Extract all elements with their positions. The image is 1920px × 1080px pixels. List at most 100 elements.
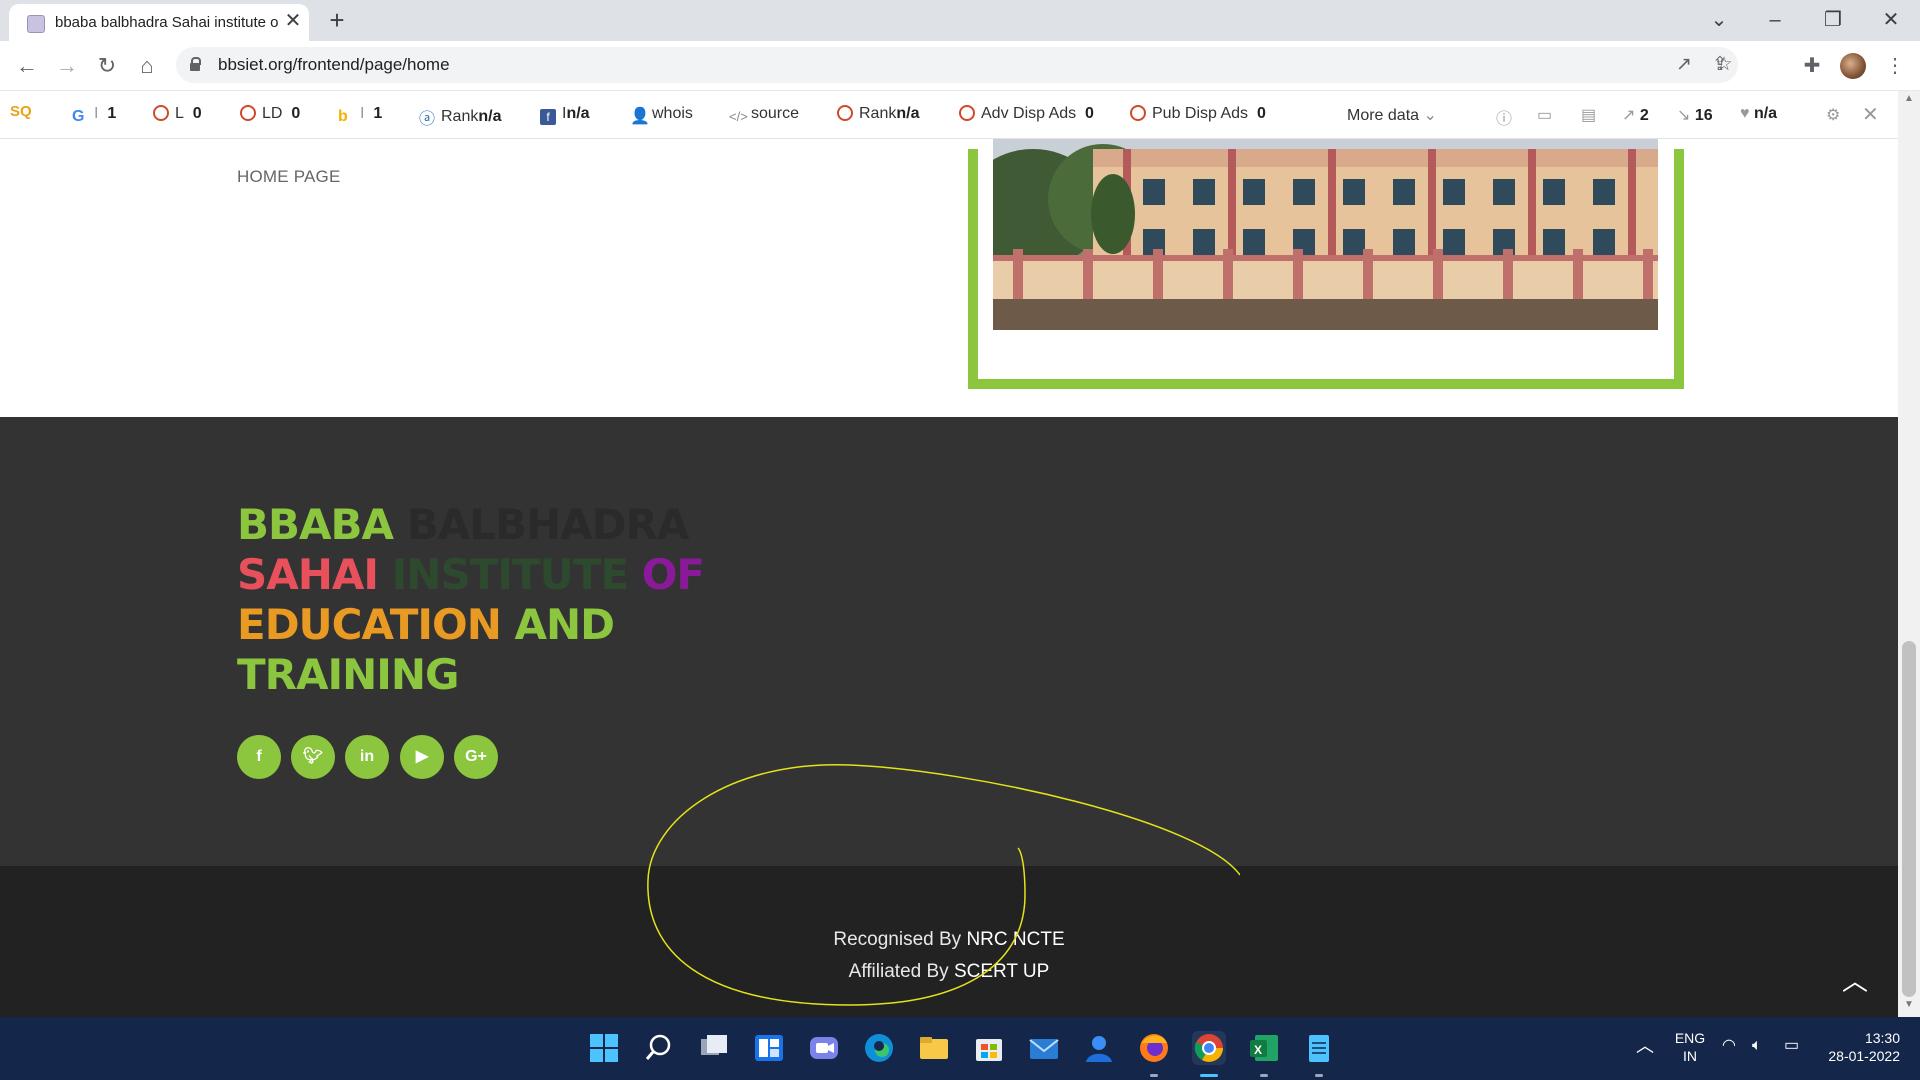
seoquake-logo-icon[interactable]: SQ — [10, 103, 32, 125]
notepad-icon[interactable] — [1302, 1031, 1336, 1065]
affiliated-line: Affiliated By SCERT UP — [848, 961, 1050, 982]
new-tab-button[interactable]: + — [323, 6, 351, 34]
close-tab-icon[interactable]: ✕ — [281, 9, 305, 33]
excel-icon[interactable]: X — [1247, 1031, 1281, 1065]
tab-title: bbaba balbhadra Sahai institute o — [55, 14, 279, 31]
facebook-icon: f — [256, 748, 262, 765]
reload-button[interactable]: ↻ — [92, 51, 122, 81]
seo-facebook[interactable]: f In/a — [540, 105, 590, 125]
clock[interactable]: 13:30 28-01-2022 — [1820, 1029, 1900, 1065]
teams-chat-icon[interactable] — [807, 1031, 841, 1065]
title-word: TRAINING — [237, 650, 460, 699]
seo-pub-disp-ads[interactable]: Pub Disp Ads 0 — [1130, 105, 1266, 125]
chrome-active-indicator — [1200, 1074, 1218, 1077]
mail-icon[interactable] — [1027, 1031, 1061, 1065]
site-favicon-icon — [27, 15, 45, 33]
footer-bottom: Recognised By NRC NCTE Affiliated By SCE… — [0, 866, 1898, 1017]
page-content: HOME PAGE BBABA BALBHADRA SAHAI INSTITUT… — [0, 139, 1898, 1017]
user-app-icon[interactable] — [1082, 1031, 1116, 1065]
language-indicator[interactable]: ENG IN — [1672, 1029, 1708, 1065]
seo-source[interactable]: </> source — [729, 105, 799, 125]
scroll-down-arrow-icon[interactable]: ▼ — [1898, 999, 1920, 1015]
bookmark-star-icon[interactable]: ☆ — [1710, 51, 1738, 79]
edge-browser-icon[interactable] — [862, 1031, 896, 1065]
show-hidden-icons-chevron-icon[interactable]: ︿ — [1636, 1037, 1654, 1055]
chrome-icon[interactable] — [1192, 1031, 1226, 1065]
settings-gear-icon[interactable]: ⚙ — [1826, 105, 1840, 125]
firefox-icon[interactable] — [1137, 1031, 1171, 1065]
semrush-ring-icon — [837, 105, 853, 121]
battery-icon[interactable]: ▭ — [1784, 1037, 1799, 1055]
page-scrollbar[interactable]: ▲ ▼ — [1898, 91, 1920, 1017]
heart-icon: ♥ — [1740, 105, 1750, 122]
seo-linking-domains[interactable]: LD 0 — [240, 105, 300, 125]
wifi-icon[interactable]: ◠ — [1722, 1037, 1736, 1055]
browser-toolbar: ← → ↻ ⌂ bbsiet.org/frontend/page/home ⇪ … — [0, 41, 1920, 91]
scrollbar-thumb[interactable] — [1902, 641, 1916, 997]
profile-avatar[interactable] — [1840, 53, 1866, 79]
facebook-icon: f — [540, 109, 556, 125]
close-window-button[interactable]: ✕ — [1874, 6, 1908, 34]
title-word: BALBHADRA — [406, 500, 690, 549]
address-bar[interactable]: bbsiet.org/frontend/page/home ⇪ ↗ ☆ — [176, 47, 1738, 83]
recognised-by-link[interactable]: NRC NCTE — [966, 929, 1064, 950]
restore-button[interactable]: ❐ — [1816, 6, 1850, 34]
menu-kebab-icon[interactable]: ⋮ — [1880, 51, 1910, 81]
firefox-running-indicator — [1150, 1074, 1158, 1077]
windows-taskbar: X ︿ ENG IN ◠ 🔈︎ ▭ 13:30 28-01-2022 — [0, 1017, 1920, 1080]
extensions-icon[interactable]: ✚ — [1797, 51, 1827, 81]
microsoft-store-icon[interactable] — [972, 1031, 1006, 1065]
url-text: bbsiet.org/frontend/page/home — [218, 55, 450, 74]
chevron-down-icon: ⌄ — [1423, 107, 1437, 124]
seo-semrush-rank[interactable]: Rankn/a — [837, 105, 919, 125]
seo-links[interactable]: L 0 — [153, 105, 202, 125]
close-seobar-icon[interactable]: ✕ — [1862, 102, 1879, 127]
seoquake-toolbar: SQ GI 1 L 0 LD 0 bI 1 ⓐ Rankn/a f In/a 👤 wh… — [0, 91, 1920, 139]
share-page-icon[interactable]: ↗ — [1670, 51, 1698, 79]
back-button[interactable]: ← — [12, 51, 42, 81]
seo-whois[interactable]: 👤 whois — [630, 105, 693, 125]
diagnosis-icon[interactable]: ▭ — [1537, 105, 1552, 125]
semrush-ring-icon — [240, 105, 256, 121]
title-word: EDUCATION — [237, 600, 502, 649]
alexa-icon: ⓐ — [419, 111, 436, 128]
notepad-running-indicator — [1315, 1074, 1323, 1077]
institute-building-photo — [993, 139, 1658, 330]
seo-alexa-rank[interactable]: ⓐ Rankn/a — [419, 105, 501, 128]
home-button[interactable]: ⌂ — [132, 51, 162, 81]
linkedin-button[interactable]: in — [345, 735, 389, 779]
seo-google-index[interactable]: GI 1 — [72, 105, 116, 125]
density-icon[interactable]: ▤ — [1581, 105, 1596, 125]
start-windows-icon[interactable] — [587, 1031, 621, 1065]
widgets-icon[interactable] — [752, 1031, 786, 1065]
facebook-button[interactable]: f — [237, 735, 281, 779]
browser-tab[interactable]: bbaba balbhadra Sahai institute o ✕ — [9, 4, 309, 41]
seo-internal-links[interactable]: ↘ 16 — [1677, 105, 1713, 125]
semrush-ring-icon — [1130, 105, 1146, 121]
linkedin-icon: in — [359, 748, 375, 765]
twitter-icon: 🐦︎ — [302, 748, 324, 765]
volume-icon[interactable]: 🔈︎ — [1752, 1037, 1762, 1055]
tab-search-chevron-icon[interactable]: ⌄ — [1702, 6, 1736, 34]
scroll-to-top-button[interactable]: ︿ — [1840, 966, 1870, 996]
affiliated-by-link[interactable]: SCERT UP — [954, 961, 1049, 982]
person-icon: 👤 — [630, 108, 650, 125]
seo-page-value[interactable]: ♥ n/a — [1740, 105, 1777, 125]
forward-button[interactable]: → — [52, 51, 82, 81]
excel-running-indicator — [1260, 1074, 1268, 1077]
info-icon[interactable]: ⓘ — [1496, 105, 1512, 129]
search-icon[interactable] — [642, 1031, 676, 1065]
seo-adv-disp-ads[interactable]: Adv Disp Ads 0 — [959, 105, 1094, 125]
seo-bing-index[interactable]: bI 1 — [338, 105, 382, 125]
youtube-button[interactable]: ▶ — [400, 735, 444, 779]
twitter-button[interactable]: 🐦︎ — [291, 735, 335, 779]
scroll-up-arrow-icon[interactable]: ▲ — [1898, 93, 1920, 109]
file-explorer-icon[interactable] — [917, 1031, 951, 1065]
breadcrumb: HOME PAGE — [237, 167, 341, 186]
google-plus-button[interactable]: G+ — [454, 735, 498, 779]
task-view-icon[interactable] — [697, 1031, 731, 1065]
code-icon: </> — [729, 109, 748, 124]
seo-external-links[interactable]: ↗ 2 — [1622, 105, 1649, 125]
more-data-dropdown[interactable]: More data ⌄ — [1347, 105, 1437, 125]
minimize-button[interactable]: – — [1758, 6, 1792, 34]
